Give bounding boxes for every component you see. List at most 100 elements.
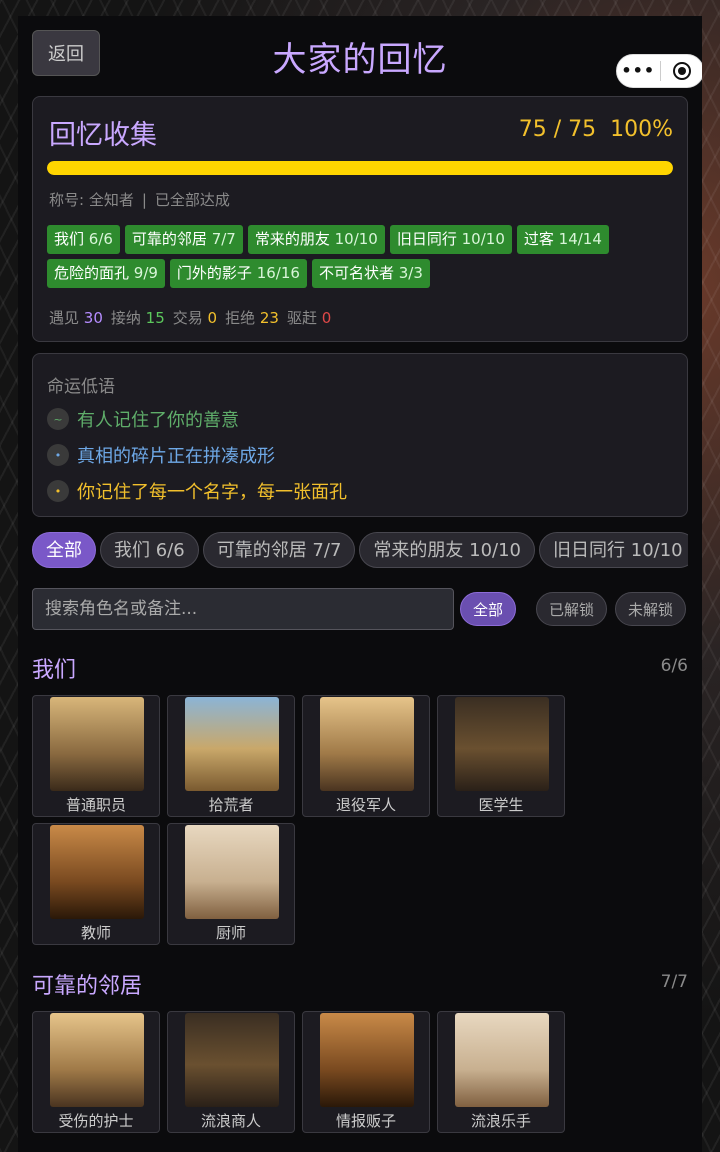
filter-chip[interactable]: 我们 6/6 bbox=[100, 532, 199, 568]
character-card[interactable]: 医学生 bbox=[437, 695, 565, 817]
badge-name: 常来的朋友 bbox=[254, 230, 335, 248]
header: 返回 大家的回忆 ••• bbox=[18, 16, 702, 92]
badge-count: 10/10 bbox=[461, 230, 505, 248]
section-count: 7/7 bbox=[660, 972, 688, 992]
character-portrait bbox=[185, 697, 279, 791]
category-badge: 旧日同行 10/10 bbox=[389, 225, 512, 254]
progress-bar-fill bbox=[47, 161, 673, 175]
filter-chip[interactable]: 全部 bbox=[32, 532, 96, 568]
section-header: 我们 6/6 bbox=[32, 652, 688, 683]
badge-name: 不可名状者 bbox=[318, 264, 399, 282]
character-card[interactable]: 受伤的护士 bbox=[32, 1011, 160, 1133]
title-separator: | bbox=[141, 191, 147, 209]
category-badge: 不可名状者 3/3 bbox=[311, 259, 430, 288]
honor-status: 已全部达成 bbox=[154, 191, 230, 209]
section-title: 可靠的邻居 bbox=[32, 974, 143, 999]
badge-name: 过客 bbox=[523, 230, 559, 248]
category-badges: 我们 6/6 可靠的邻居 7/7 常来的朋友 10/10 旧日同行 10/10 过客 1… bbox=[47, 225, 677, 288]
stat-value: 23 bbox=[259, 309, 279, 327]
badge-count: 10/10 bbox=[334, 230, 378, 248]
character-portrait bbox=[320, 1013, 414, 1107]
character-card[interactable]: 退役军人 bbox=[302, 695, 430, 817]
stat-label: 拒绝 bbox=[225, 309, 260, 327]
badge-count: 6/6 bbox=[88, 230, 113, 248]
badge-name: 旧日同行 bbox=[396, 230, 462, 248]
progress-percent: 100% bbox=[610, 117, 673, 142]
whisper-line: • 真相的碎片正在拼凑成形 bbox=[47, 442, 275, 468]
stat-label: 接纳 bbox=[110, 309, 146, 327]
badge-name: 可靠的邻居 bbox=[131, 230, 212, 248]
section-count: 6/6 bbox=[660, 656, 688, 676]
segment-unlocked[interactable]: 已解锁 bbox=[536, 592, 608, 626]
character-name: 医学生 bbox=[478, 796, 524, 814]
character-card[interactable]: 流浪商人 bbox=[167, 1011, 295, 1133]
section-header: 可靠的邻居 7/7 bbox=[32, 968, 688, 999]
badge-count: 3/3 bbox=[398, 264, 423, 282]
encounter-stats: 遇见 30 接纳 15 交易 0 拒绝 23 驱赶 0 bbox=[49, 307, 339, 328]
character-portrait bbox=[50, 697, 144, 791]
stat-value: 15 bbox=[145, 309, 165, 327]
character-portrait bbox=[320, 697, 414, 791]
category-badge: 危险的面孔 9/9 bbox=[47, 259, 165, 288]
stat-label: 交易 bbox=[172, 309, 208, 327]
character-name: 厨师 bbox=[215, 924, 246, 942]
character-name: 退役军人 bbox=[335, 796, 396, 814]
character-name: 普通职员 bbox=[65, 796, 126, 814]
character-name: 情报贩子 bbox=[335, 1112, 396, 1130]
whisper-text: 有人记住了你的善意 bbox=[77, 410, 239, 431]
stat-label: 遇见 bbox=[49, 309, 84, 327]
page-title: 大家的回忆 bbox=[272, 40, 448, 80]
character-name: 拾荒者 bbox=[208, 796, 254, 814]
badge-name: 我们 bbox=[54, 230, 89, 248]
mini-program-capsule: ••• bbox=[616, 54, 702, 88]
category-badge: 可靠的邻居 7/7 bbox=[124, 225, 243, 254]
close-target-icon[interactable] bbox=[660, 62, 702, 80]
more-icon[interactable]: ••• bbox=[617, 54, 660, 88]
character-name: 受伤的护士 bbox=[58, 1112, 134, 1130]
badge-count: 14/14 bbox=[558, 230, 602, 248]
character-portrait bbox=[185, 825, 279, 919]
collection-card: 回忆收集 75 / 75 100% 称号: 全知者 | 已全部达成 我们 6/6 可靠… bbox=[32, 96, 688, 342]
section-title: 我们 bbox=[32, 658, 77, 683]
segment-all[interactable]: 全部 bbox=[460, 592, 517, 626]
character-portrait bbox=[50, 1013, 144, 1107]
whisper-text: 你记住了每一个名字，每一张面孔 bbox=[77, 482, 347, 503]
whisper-line: • 你记住了每一个名字，每一张面孔 bbox=[47, 478, 347, 504]
character-portrait bbox=[455, 1013, 549, 1107]
character-portrait bbox=[455, 697, 549, 791]
progress-count: 75 / 75 bbox=[518, 117, 597, 142]
whisper-text: 真相的碎片正在拼凑成形 bbox=[77, 446, 275, 467]
stat-label: 驱赶 bbox=[286, 309, 322, 327]
filter-chip[interactable]: 旧日同行 10/10 bbox=[539, 532, 688, 568]
category-badge: 过客 14/14 bbox=[516, 225, 609, 254]
collection-title: 回忆收集 bbox=[49, 120, 157, 151]
segment-locked[interactable]: 未解锁 bbox=[615, 592, 687, 626]
character-name: 流浪商人 bbox=[200, 1112, 261, 1130]
fate-whisper-card: 命运低语 ~ 有人记住了你的善意 • 真相的碎片正在拼凑成形 • 你记住了每一个名字，每一… bbox=[32, 353, 688, 517]
stat-value: 0 bbox=[321, 309, 332, 327]
category-badge: 门外的影子 16/16 bbox=[169, 259, 307, 288]
honor-title: 称号: 全知者 bbox=[49, 191, 134, 209]
stat-value: 30 bbox=[83, 309, 103, 327]
character-name: 流浪乐手 bbox=[470, 1112, 531, 1130]
character-portrait bbox=[185, 1013, 279, 1107]
character-card[interactable]: 普通职员 bbox=[32, 695, 160, 817]
filter-chip[interactable]: 常来的朋友 10/10 bbox=[359, 532, 536, 568]
character-card[interactable]: 教师 bbox=[32, 823, 160, 945]
badge-name: 危险的面孔 bbox=[54, 264, 134, 282]
whisper-orb-icon: • bbox=[47, 480, 69, 502]
filter-chip[interactable]: 可靠的邻居 7/7 bbox=[202, 532, 356, 568]
category-badge: 我们 6/6 bbox=[47, 225, 120, 254]
badge-count: 9/9 bbox=[133, 264, 158, 282]
character-card[interactable]: 情报贩子 bbox=[302, 1011, 430, 1133]
title-line: 称号: 全知者 | 已全部达成 bbox=[49, 189, 230, 210]
character-card[interactable]: 流浪乐手 bbox=[437, 1011, 565, 1133]
category-filter-row: 全部 我们 6/6 可靠的邻居 7/7 常来的朋友 10/10 旧日同行 10/10 bbox=[32, 532, 688, 572]
whisper-orb-icon: • bbox=[47, 444, 69, 466]
search-input[interactable] bbox=[32, 588, 454, 630]
character-card[interactable]: 厨师 bbox=[167, 823, 295, 945]
collection-progress: 75 / 75 100% bbox=[519, 117, 673, 142]
whisper-title: 命运低语 bbox=[47, 377, 115, 397]
character-card[interactable]: 拾荒者 bbox=[167, 695, 295, 817]
progress-bar bbox=[47, 161, 673, 175]
